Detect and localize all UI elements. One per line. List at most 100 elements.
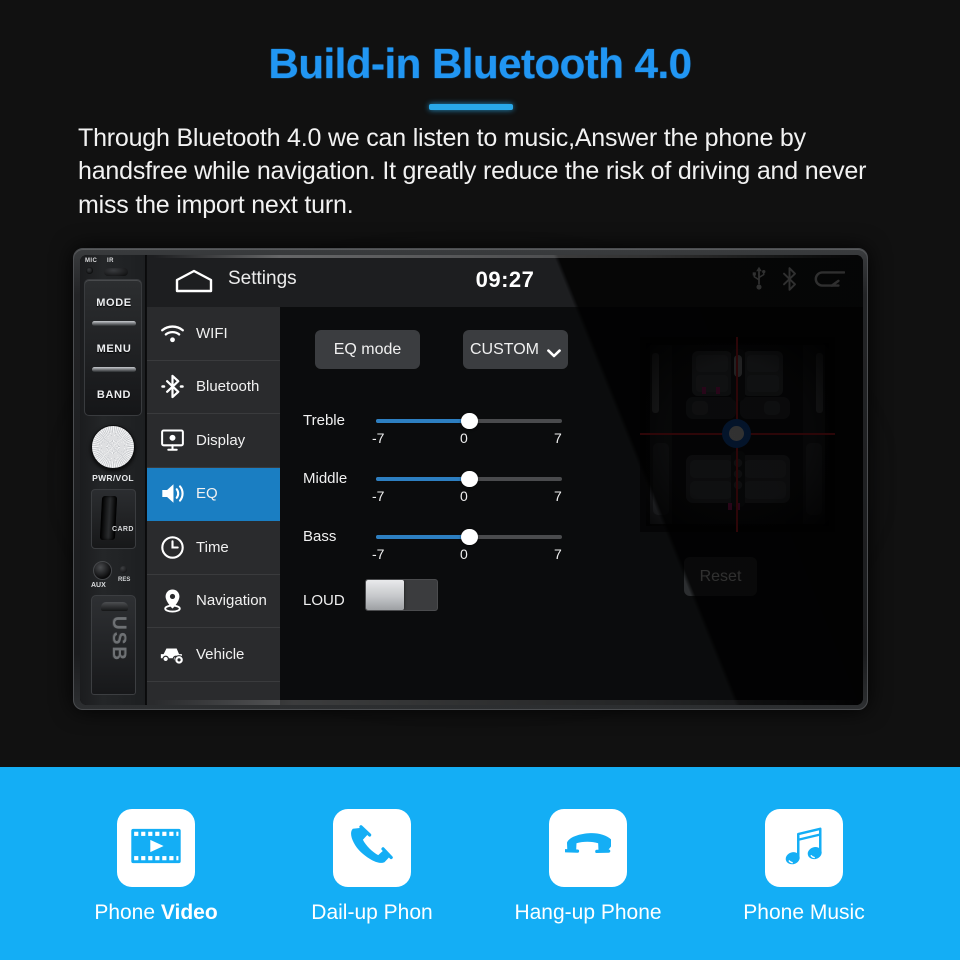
feature-label: Phone Music (743, 901, 864, 925)
slider-label: Middle (303, 470, 348, 487)
bass-slider[interactable] (376, 529, 562, 545)
feature-phone-music[interactable]: Phone Music (696, 767, 912, 925)
card-label: CARD (112, 526, 134, 533)
feature-label-light: Phone (94, 901, 161, 924)
phone-hangup-icon (564, 823, 614, 874)
usb-icon (752, 266, 766, 297)
slider-thumb[interactable] (460, 413, 478, 429)
slider-mid-label: 0 (460, 546, 468, 562)
feature-label-light: Hang-up Phone (514, 901, 662, 924)
slider-min-label: -7 (372, 430, 385, 446)
eq-preset-dropdown[interactable]: CUSTOM (463, 330, 568, 369)
slider-mid-label: 0 (460, 430, 468, 446)
sidebar-item-label: Bluetooth (196, 378, 260, 396)
sidebar-item-vehicle[interactable]: Vehicle (147, 628, 280, 682)
mode-button[interactable]: MODE (85, 286, 143, 320)
usb-cap-icon (101, 602, 128, 611)
feature-label-bold: Video (160, 901, 218, 924)
back-arrow-icon[interactable] (813, 268, 846, 295)
eq-mode-button[interactable]: EQ mode (315, 330, 420, 369)
usb-slot[interactable]: USB (91, 595, 136, 695)
video-film-icon (131, 827, 181, 870)
sidebar-item-label: WIFI (196, 324, 228, 342)
sidebar-item-eq[interactable]: EQ (147, 467, 280, 521)
fader-balance-control[interactable] (640, 337, 835, 532)
sidebar-item-label: Vehicle (196, 645, 245, 663)
speaker-icon (159, 481, 185, 507)
mic-label: MIC (85, 258, 98, 264)
power-volume-label: PWR/VOL (92, 473, 134, 483)
slider-fill (376, 535, 469, 539)
aux-jack[interactable] (93, 561, 112, 580)
slider-max-label: 7 (554, 546, 562, 562)
slider-scale: -7 0 7 (370, 488, 570, 506)
fader-position-handle[interactable] (722, 419, 751, 448)
slider-mid-label: 0 (460, 488, 468, 504)
ir-window-icon (104, 268, 128, 276)
feature-phone-video[interactable]: Phone Video (48, 767, 264, 925)
sidebar-item-time[interactable]: Time (147, 521, 280, 575)
wifi-icon (159, 320, 185, 346)
feature-tile (117, 809, 195, 887)
reset-pinhole-icon[interactable] (120, 566, 127, 573)
car-gear-icon (159, 641, 185, 667)
sd-card-slot[interactable]: CARD (91, 489, 136, 549)
eq-preset-value: CUSTOM (469, 340, 540, 358)
slider-scale: -7 0 7 (370, 546, 570, 564)
slider-thumb[interactable] (460, 529, 478, 545)
car-stereo-device: MIC IR MODE MENU BAND PWR/VOL CARD AUX R… (73, 248, 868, 710)
music-note-icon (782, 824, 826, 873)
sidebar-item-display[interactable]: Display (147, 414, 280, 468)
feature-label: Phone Video (94, 901, 217, 925)
sidebar-item-label: Time (196, 538, 229, 556)
feature-dialup-phone[interactable]: Dail-up Phon (264, 767, 480, 925)
slider-label: Treble (303, 412, 345, 429)
display-icon (159, 427, 185, 453)
slider-scale: -7 0 7 (370, 430, 570, 448)
title-accent-rule (429, 104, 513, 110)
device-faceplate: MIC IR MODE MENU BAND PWR/VOL CARD AUX R… (80, 255, 863, 705)
band-button[interactable]: BAND (85, 378, 143, 412)
treble-slider[interactable] (376, 413, 562, 429)
status-icon-group (752, 265, 846, 297)
sidebar-item-bluetooth[interactable]: Bluetooth (147, 361, 280, 414)
bluetooth-icon (159, 374, 185, 400)
feature-hangup-phone[interactable]: Hang-up Phone (480, 767, 696, 925)
feature-label-light: Dail-up Phon (311, 901, 433, 924)
feature-tile (333, 809, 411, 887)
aux-label: AUX (91, 582, 106, 589)
hardware-control-panel: MIC IR MODE MENU BAND PWR/VOL CARD AUX R… (80, 255, 146, 705)
slider-thumb[interactable] (460, 471, 478, 487)
power-volume-knob[interactable] (91, 425, 135, 469)
touchscreen-display: Settings 09:27 WIFI Bluetooth Display EQ… (147, 255, 863, 705)
res-label: RES (118, 577, 131, 583)
button-divider (92, 367, 136, 372)
sidebar-item-navigation[interactable]: Navigation (147, 575, 280, 628)
reset-button[interactable]: Reset (684, 557, 757, 596)
hardware-button-stack: MODE MENU BAND (84, 279, 142, 416)
feature-tile (765, 809, 843, 887)
slider-label: Bass (303, 528, 337, 545)
slider-min-label: -7 (372, 488, 385, 504)
loudness-label: LOUD (303, 592, 345, 609)
ir-label: IR (107, 258, 114, 264)
eq-settings-panel: EQ mode CUSTOM Treble -7 0 7 Middle -7 0… (280, 307, 863, 705)
sidebar-item-wifi[interactable]: WIFI (147, 307, 280, 361)
phone-dial-icon (349, 823, 395, 874)
feature-row: Phone Video Dail-up Phon Hang-up Phone P… (0, 767, 960, 960)
feature-label-light: Phone Music (743, 901, 865, 924)
slider-min-label: -7 (372, 546, 385, 562)
bluetooth-icon (782, 266, 797, 297)
hero-section: Build-in Bluetooth 4.0 Through Bluetooth… (0, 0, 960, 232)
loudness-toggle[interactable] (365, 579, 438, 611)
slider-fill (376, 477, 469, 481)
toggle-knob (366, 580, 404, 610)
menu-button[interactable]: MENU (85, 332, 143, 366)
feature-label: Dail-up Phon (311, 901, 432, 925)
card-slit-icon (99, 496, 118, 540)
slider-max-label: 7 (554, 488, 562, 504)
feature-tile (549, 809, 627, 887)
middle-slider[interactable] (376, 471, 562, 487)
button-divider (92, 321, 136, 326)
usb-label: USB (108, 616, 129, 663)
